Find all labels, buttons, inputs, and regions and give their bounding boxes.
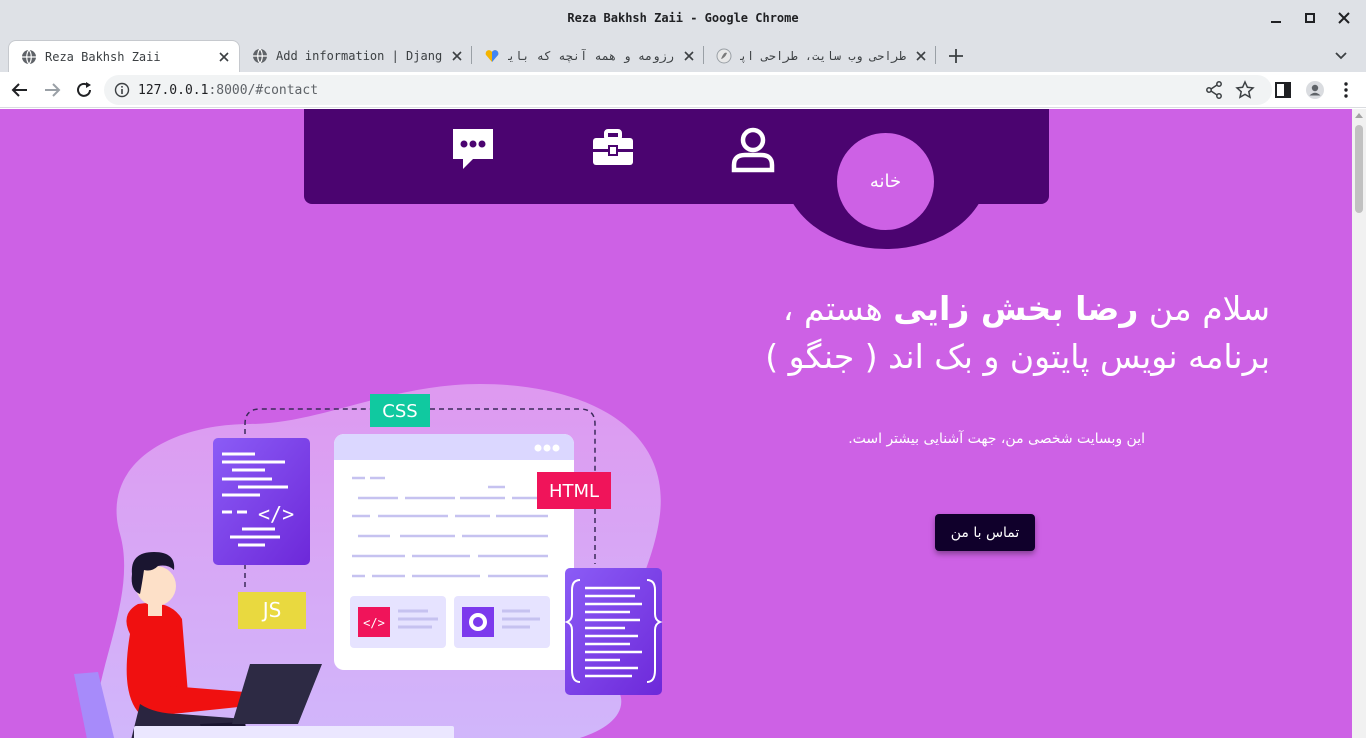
leaf-icon	[716, 48, 732, 64]
web-page: خانه سلام من رضا بخش زایی هستم ، برنامه …	[0, 109, 1352, 738]
url-path: :8000/#contact	[208, 83, 319, 98]
user-icon[interactable]	[729, 125, 777, 173]
site-info-icon[interactable]	[114, 82, 130, 98]
menu-dots-icon[interactable]	[1336, 80, 1356, 100]
tab-close-icon[interactable]	[682, 49, 696, 63]
tab-resume-article[interactable]: رزومه و همه آنچه که باید درباره	[472, 40, 704, 72]
tab-close-icon[interactable]	[914, 49, 928, 63]
globe-icon	[22, 49, 36, 64]
maximize-icon[interactable]	[1302, 10, 1318, 26]
new-tab-icon[interactable]	[946, 46, 966, 66]
briefcase-icon[interactable]	[589, 125, 637, 173]
globe-icon	[253, 48, 267, 64]
tab-close-icon[interactable]	[217, 50, 231, 64]
url-text: 127.0.0.1:8000/#contact	[138, 83, 318, 98]
tab-add-information[interactable]: Add information | Django	[240, 40, 472, 72]
page-scrollbar[interactable]	[1352, 109, 1366, 738]
developer-illustration: </> CSS </> HTML JS	[74, 384, 663, 738]
window-titlebar: Reza Bakhsh Zaii - Google Chrome	[0, 0, 1366, 38]
tab-separator	[935, 46, 936, 64]
tab-separator	[703, 46, 704, 64]
code-glyph-left: </>	[258, 502, 294, 526]
url-host: 127.0.0.1	[138, 83, 209, 98]
hero-subtitle: این وبسایت شخصی من، جهت آشنایی بیشتر است…	[848, 431, 1145, 447]
desk	[134, 726, 454, 738]
chat-icon[interactable]	[449, 125, 497, 173]
home-link[interactable]: خانه	[837, 133, 934, 230]
back-icon[interactable]	[10, 80, 30, 100]
tab-label: طراحی وب سایت، طراحی اپلیک	[740, 49, 906, 63]
hero-title: سلام من رضا بخش زایی هستم ، برنامه نویس …	[670, 285, 1270, 381]
tab-label: Add information | Django	[276, 49, 442, 63]
side-panel-icon[interactable]	[1273, 80, 1293, 100]
scrollbar-thumb[interactable]	[1355, 125, 1363, 213]
tab-web-design[interactable]: طراحی وب سایت، طراحی اپلیک	[704, 40, 936, 72]
hero-title-line2: برنامه نویس پایتون و بک اند ( جنگو )	[765, 337, 1270, 376]
profile-avatar-icon[interactable]	[1305, 80, 1325, 100]
site-navbar	[304, 109, 1049, 204]
tab-separator	[471, 46, 472, 64]
css-badge-label: CSS	[382, 401, 417, 422]
code-glyph-small: </>	[363, 616, 385, 630]
minimize-icon[interactable]	[1268, 10, 1284, 26]
chevron-down-icon[interactable]	[1332, 46, 1350, 64]
greeting-post: هستم ،	[782, 289, 894, 328]
tab-strip: Reza Bakhsh Zaii Add information | Djang…	[0, 38, 1366, 72]
reload-icon[interactable]	[74, 80, 94, 100]
tab-close-icon[interactable]	[450, 49, 464, 63]
author-name: رضا بخش زایی	[893, 289, 1139, 328]
bookmark-star-icon[interactable]	[1235, 80, 1255, 100]
contact-me-button[interactable]: تماس با من	[935, 514, 1035, 551]
address-bar[interactable]: 127.0.0.1:8000/#contact	[104, 75, 1272, 105]
greeting-pre: سلام من	[1138, 289, 1270, 328]
scroll-up-arrow-icon[interactable]	[1355, 113, 1363, 118]
share-icon[interactable]	[1204, 80, 1224, 100]
hero-title-line1: سلام من رضا بخش زایی هستم ،	[670, 285, 1270, 333]
tab-label: رزومه و همه آنچه که باید درباره	[508, 49, 674, 63]
heart-icon	[485, 50, 499, 62]
tab-label: Reza Bakhsh Zaii	[45, 49, 161, 64]
js-badge-label: JS	[261, 598, 282, 622]
browser-toolbar: 127.0.0.1:8000/#contact	[0, 72, 1366, 108]
window-title: Reza Bakhsh Zaii - Google Chrome	[567, 11, 799, 25]
tab-reza-bakhsh-zaii[interactable]: Reza Bakhsh Zaii	[8, 40, 240, 72]
close-window-icon[interactable]	[1336, 10, 1352, 26]
forward-icon[interactable]	[42, 80, 62, 100]
html-badge-label: HTML	[549, 481, 599, 502]
